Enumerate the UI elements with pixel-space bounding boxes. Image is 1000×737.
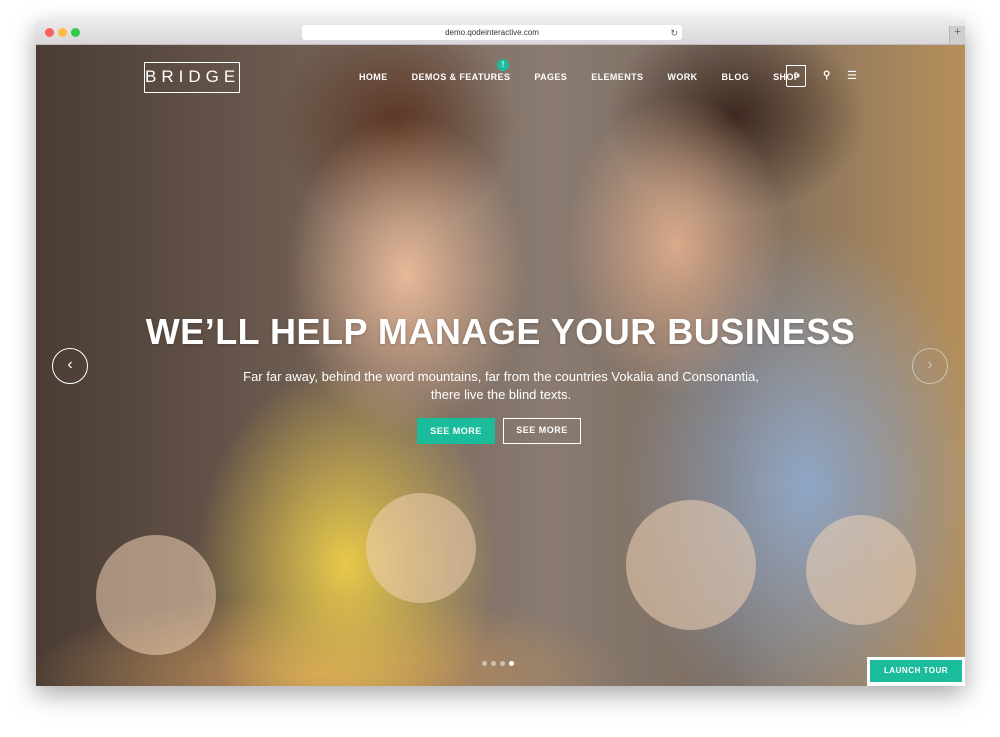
bokeh-light xyxy=(96,535,216,655)
nav-home[interactable]: HOME xyxy=(359,72,388,82)
nav-work[interactable]: WORK xyxy=(667,72,697,82)
chevron-right-icon[interactable]: › xyxy=(912,348,948,384)
cart-count: 0 xyxy=(793,71,799,80)
browser-window: demo.qodeinteractive.com ↻ + BRIDGE HOME … xyxy=(36,20,965,686)
slide-dot-active[interactable] xyxy=(509,661,514,666)
bokeh-light xyxy=(366,493,476,603)
nav-demos-features[interactable]: DEMOS & FEATURES xyxy=(412,72,511,82)
maximize-window-button[interactable] xyxy=(71,28,80,37)
slide-subtitle: Far far away, behind the word mountains,… xyxy=(216,368,786,404)
nav-elements[interactable]: ELEMENTS xyxy=(591,72,643,82)
slide-dot[interactable] xyxy=(491,661,496,666)
search-icon[interactable]: ⚲ xyxy=(823,70,830,81)
slide-dot[interactable] xyxy=(500,661,505,666)
slide-dot[interactable] xyxy=(482,661,487,666)
new-tab-button[interactable]: + xyxy=(949,26,965,44)
launch-tour-label: LAUNCH TOUR xyxy=(870,660,962,682)
bokeh-light xyxy=(806,515,916,625)
minimize-window-button[interactable] xyxy=(58,28,67,37)
see-more-button[interactable]: SEE MORE xyxy=(417,418,495,444)
main-nav: HOME DEMOS & FEATURES PAGES ELEMENTS WOR… xyxy=(359,72,824,82)
browser-toolbar: demo.qodeinteractive.com ↻ + xyxy=(36,20,965,45)
subtitle-line: Far far away, behind the word mountains,… xyxy=(243,369,759,384)
chevron-left-icon[interactable]: ‹ xyxy=(52,348,88,384)
address-bar[interactable]: demo.qodeinteractive.com ↻ xyxy=(302,25,682,40)
url-text: demo.qodeinteractive.com xyxy=(445,28,539,37)
close-window-button[interactable] xyxy=(45,28,54,37)
slider-pagination xyxy=(482,661,514,666)
subtitle-line: there live the blind texts. xyxy=(430,387,572,402)
nav-blog[interactable]: BLOG xyxy=(722,72,750,82)
see-more-outline-button[interactable]: SEE MORE xyxy=(503,418,581,444)
reload-icon[interactable]: ↻ xyxy=(670,26,678,41)
menu-icon[interactable]: ☰ xyxy=(847,69,857,82)
bridge-logo[interactable]: BRIDGE xyxy=(144,62,240,93)
bokeh-light xyxy=(626,500,756,630)
nav-pages[interactable]: PAGES xyxy=(534,72,567,82)
shopping-bag-icon[interactable]: 0 xyxy=(786,65,806,87)
launch-tour-button[interactable]: LAUNCH TOUR xyxy=(867,657,965,686)
new-badge: ! xyxy=(497,59,509,71)
slide-title: WE’LL HELP MANAGE YOUR BUSINESS xyxy=(145,311,856,352)
hero-slider: BRIDGE HOME DEMOS & FEATURES PAGES ELEME… xyxy=(36,45,965,686)
